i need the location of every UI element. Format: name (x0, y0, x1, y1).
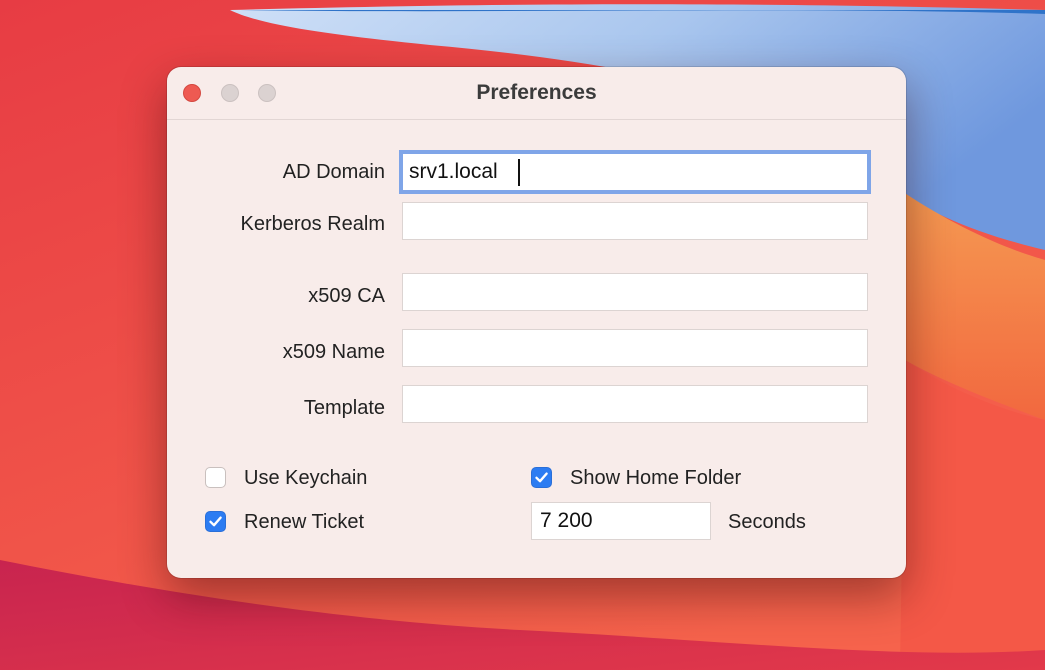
template-label: Template (303, 397, 385, 419)
kerberos-realm-label: Kerberos Realm (240, 213, 385, 235)
show-home-folder-checkbox[interactable] (531, 467, 552, 488)
text-cursor (518, 159, 520, 186)
template-input[interactable] (402, 385, 868, 423)
use-keychain-checkbox[interactable] (205, 467, 226, 488)
x509-ca-label: x509 CA (308, 285, 385, 307)
renew-ticket-label[interactable]: Renew Ticket (244, 510, 364, 534)
desktop-wallpaper: Preferences AD Domain Kerberos Realm x50… (0, 0, 1045, 670)
window-titlebar[interactable]: Preferences (167, 67, 906, 120)
checkmark-icon (209, 516, 222, 527)
checkmark-icon (535, 472, 548, 483)
ad-domain-input[interactable] (399, 150, 871, 194)
window-title: Preferences (476, 81, 597, 104)
renew-ticket-checkbox[interactable] (205, 511, 226, 532)
kerberos-realm-input[interactable] (402, 202, 868, 240)
show-home-folder-label[interactable]: Show Home Folder (570, 466, 741, 490)
renew-interval-input[interactable] (531, 502, 711, 540)
x509-name-label: x509 Name (282, 341, 385, 363)
seconds-unit-label: Seconds (728, 511, 806, 533)
use-keychain-label[interactable]: Use Keychain (244, 466, 367, 490)
preferences-window: Preferences AD Domain Kerberos Realm x50… (167, 67, 906, 578)
x509-name-input[interactable] (402, 329, 868, 367)
x509-ca-input[interactable] (402, 273, 868, 311)
ad-domain-label: AD Domain (282, 161, 385, 183)
